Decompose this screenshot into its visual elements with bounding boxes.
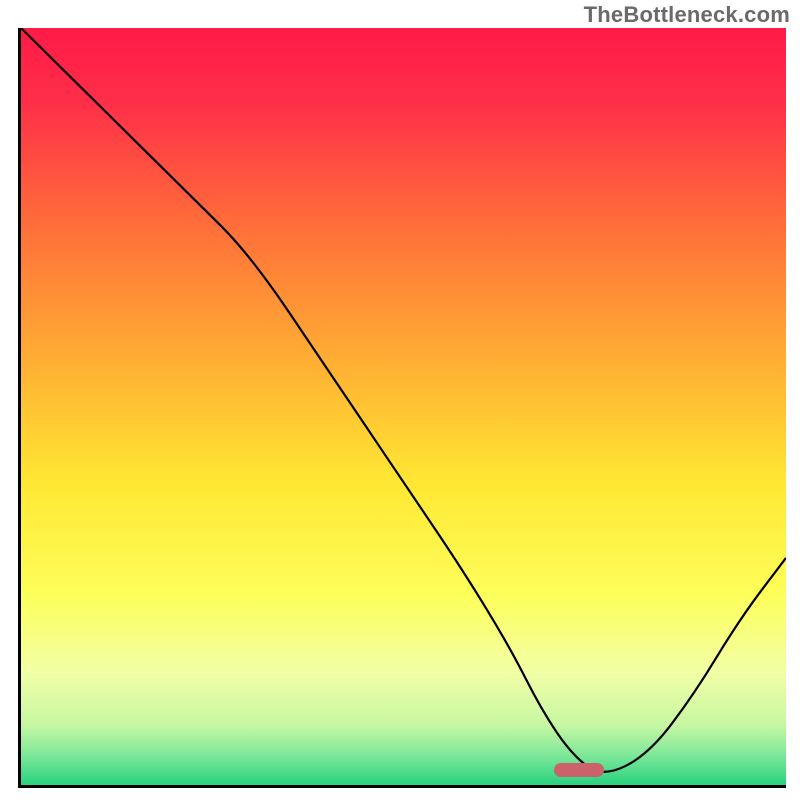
bottleneck-curve [21, 28, 786, 785]
chart-plot-area [18, 28, 786, 788]
curve-path [21, 28, 786, 772]
watermark-text: TheBottleneck.com [584, 2, 790, 28]
optimal-point-marker [554, 763, 604, 777]
